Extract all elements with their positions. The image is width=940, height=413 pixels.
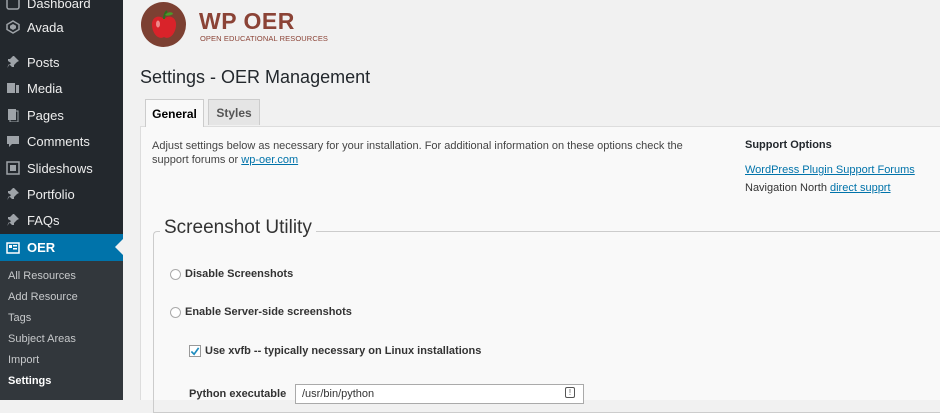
sidebar-item-label: Slideshows — [27, 160, 93, 176]
sidebar-item-slideshows[interactable]: Slideshows — [0, 155, 123, 181]
oer-submenu: All Resources Add Resource Tags Subject … — [0, 261, 123, 400]
submenu-item-tags[interactable]: Tags — [8, 312, 31, 324]
sidebar-item-label: Posts — [27, 54, 60, 70]
pin-icon — [6, 213, 20, 227]
sidebar-item-label: Dashboard — [27, 0, 91, 11]
apple-icon — [141, 2, 186, 47]
comment-icon — [6, 134, 20, 148]
sidebar-item-comments[interactable]: Comments — [0, 128, 123, 154]
support-nav: Navigation North direct supprt — [745, 182, 891, 194]
wp-oer-link[interactable]: wp-oer.com — [241, 154, 298, 166]
submenu-item-settings[interactable]: Settings — [8, 375, 51, 387]
server-side-screenshots-radio[interactable] — [170, 307, 181, 318]
tab-general[interactable]: General — [145, 99, 204, 127]
support-heading: Support Options — [745, 139, 832, 151]
submenu-item-all-resources[interactable]: All Resources — [8, 270, 76, 282]
checkmark-icon — [190, 346, 200, 355]
sidebar-item-label: Comments — [27, 133, 90, 149]
xvfb-label[interactable]: Use xvfb -- typically necessary on Linux… — [205, 345, 481, 357]
server-side-screenshots-label[interactable]: Enable Server-side screenshots — [185, 306, 352, 318]
submenu-item-import[interactable]: Import — [8, 354, 39, 366]
disable-screenshots-radio[interactable] — [170, 269, 181, 280]
sidebar-item-label: OER — [27, 240, 56, 255]
support-nav-text: Navigation North — [745, 182, 830, 194]
media-icon — [6, 81, 20, 95]
python-executable-input[interactable] — [295, 384, 584, 404]
oer-icon — [6, 241, 20, 255]
python-executable-label: Python executable — [189, 388, 287, 400]
sidebar-item-media[interactable]: Media — [0, 75, 123, 101]
sidebar-item-label: Media — [27, 80, 63, 96]
sidebar-item-label: Portfolio — [27, 186, 75, 202]
pin-icon — [6, 187, 20, 201]
direct-support-link[interactable]: direct supprt — [830, 182, 891, 194]
submenu-item-add-resource[interactable]: Add Resource — [8, 291, 78, 303]
logo-title: WP OER — [199, 8, 295, 34]
intro-text: Adjust settings below as necessary for y… — [152, 139, 722, 167]
page-title: Settings - OER Management — [140, 67, 371, 87]
sidebar-item-portfolio[interactable]: Portfolio — [0, 181, 123, 207]
xvfb-checkbox[interactable] — [189, 345, 201, 357]
sidebar-item-oer[interactable]: OER — [0, 234, 123, 261]
tab-styles[interactable]: Styles — [208, 99, 260, 125]
support-forum-link[interactable]: WordPress Plugin Support Forums — [745, 164, 915, 176]
field-autofill-icon[interactable]: ! — [565, 387, 575, 398]
avada-icon — [6, 20, 20, 34]
admin-sidebar: Dashboard Avada Posts Media Pages Commen… — [0, 0, 123, 400]
disable-screenshots-label[interactable]: Disable Screenshots — [185, 268, 293, 280]
intro-body: Adjust settings below as necessary for y… — [152, 140, 683, 166]
pages-icon — [6, 108, 20, 122]
screenshot-utility-legend: Screenshot Utility — [160, 217, 316, 239]
sidebar-item-posts[interactable]: Posts — [0, 49, 123, 75]
dashboard-icon — [6, 0, 20, 10]
sidebar-item-pages[interactable]: Pages — [0, 102, 123, 128]
sidebar-item-faqs[interactable]: FAQs — [0, 207, 123, 233]
sidebar-item-avada[interactable]: Avada — [0, 14, 123, 40]
sidebar-item-label: FAQs — [27, 212, 60, 228]
sidebar-item-label: Avada — [27, 19, 64, 35]
submenu-item-subject-areas[interactable]: Subject Areas — [8, 333, 76, 345]
logo-subtitle: OPEN EDUCATIONAL RESOURCES — [200, 34, 329, 43]
sidebar-item-label: Pages — [27, 107, 64, 123]
slideshow-icon — [6, 161, 20, 175]
pin-icon — [6, 55, 20, 69]
